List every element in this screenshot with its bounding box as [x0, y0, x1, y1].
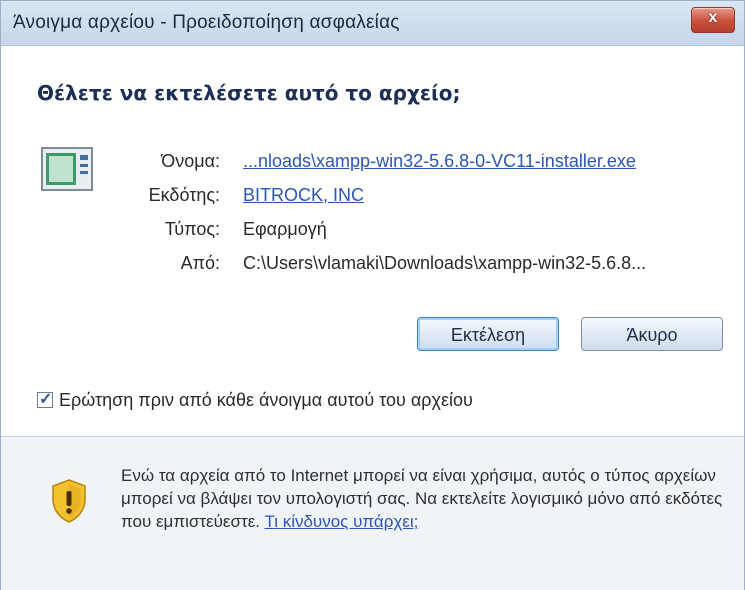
- from-value: C:\Users\vlamaki\Downloads\xampp-win32-5…: [243, 253, 647, 273]
- dialog-question: Θέλετε να εκτελέσετε αυτό το αρχείο;: [37, 81, 461, 105]
- security-warning-dialog: Άνοιγμα αρχείου - Προειδοποίηση ασφαλεία…: [0, 0, 745, 590]
- cancel-button[interactable]: Άκυρο: [581, 317, 723, 351]
- title-bar[interactable]: Άνοιγμα αρχείου - Προειδοποίηση ασφαλεία…: [1, 1, 744, 46]
- warning-text: Ενώ τα αρχεία από το Internet μπορεί να …: [121, 466, 723, 531]
- close-button[interactable]: x: [691, 7, 735, 33]
- from-label: Από:: [180, 253, 220, 273]
- what-is-the-risk-link[interactable]: Τι κίνδυνος υπάρχει;: [264, 512, 418, 531]
- publisher-label: Εκδότης:: [148, 185, 220, 205]
- ask-before-open-label[interactable]: Ερώτηση πριν από κάθε άνοιγμα αυτού του …: [59, 390, 473, 411]
- publisher-link[interactable]: BITROCK, INC: [243, 185, 364, 206]
- application-file-icon: [41, 147, 93, 191]
- security-shield-warning-icon: [52, 479, 86, 523]
- checkmark-icon: ✓: [39, 391, 53, 408]
- close-icon: x: [708, 9, 718, 26]
- window-title: Άνοιγμα αρχείου - Προειδοποίηση ασφαλεία…: [13, 12, 400, 33]
- name-label: Όνομα:: [161, 151, 220, 171]
- ask-before-open-checkbox[interactable]: ✓: [37, 391, 53, 408]
- file-name-link[interactable]: ...nloads\xampp-win32-5.6.8-0-VC11-insta…: [243, 151, 636, 172]
- type-label: Τύπος:: [164, 219, 220, 239]
- type-value: Εφαρμογή: [243, 219, 327, 239]
- warning-message: Ενώ τα αρχεία από το Internet μπορεί να …: [121, 464, 731, 533]
- run-button[interactable]: Εκτέλεση: [417, 317, 559, 351]
